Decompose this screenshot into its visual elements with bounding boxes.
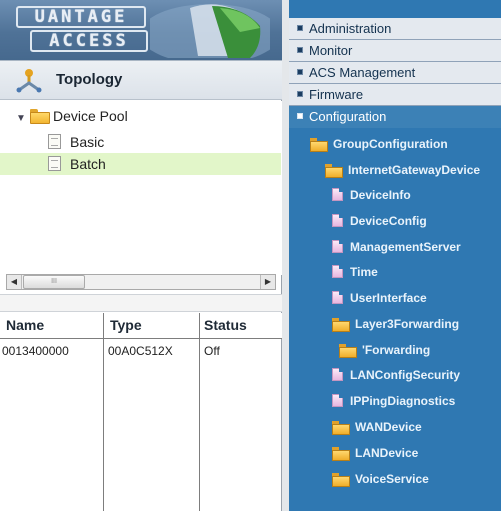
config-item-internetgatewaydevice[interactable]: InternetGatewayDevice	[325, 160, 480, 180]
bullet-icon	[297, 91, 303, 97]
logo-banner: UANTAGE ACCESS	[0, 0, 282, 60]
config-item-label: GroupConfiguration	[333, 137, 448, 151]
config-item-label: WANDevice	[355, 420, 422, 434]
config-item-label: DeviceInfo	[350, 188, 411, 202]
config-item-time[interactable]: Time	[332, 262, 378, 282]
config-item-wandevice[interactable]: WANDevice	[332, 417, 422, 437]
menu-item-label: ACS Management	[309, 65, 416, 80]
right-pane: Administration Monitor ACS Management Fi…	[282, 0, 501, 511]
topology-icon	[16, 69, 42, 93]
menu-item-acs-management[interactable]: ACS Management	[289, 62, 501, 84]
folder-open-icon	[310, 138, 328, 152]
column-header-name[interactable]: Name	[6, 317, 44, 333]
config-item-voiceservice[interactable]: VoiceService	[332, 469, 429, 489]
config-item-userinterface[interactable]: UserInterface	[332, 288, 427, 308]
device-table-header: Name Type Status	[0, 313, 282, 339]
topology-title: Topology	[56, 71, 123, 88]
config-item-groupconfiguration[interactable]: GroupConfiguration	[310, 134, 448, 154]
tree-item-label: Device Pool	[53, 108, 128, 124]
folder-icon	[332, 473, 350, 487]
logo-line-1: UANTAGE	[16, 6, 146, 28]
config-item-label: UserInterface	[350, 291, 427, 305]
config-item-deviceinfo[interactable]: DeviceInfo	[332, 185, 411, 205]
document-icon	[48, 156, 61, 171]
menu-item-firmware[interactable]: Firmware	[289, 84, 501, 106]
horizontal-scrollbar[interactable]: ◀ III ▶	[6, 274, 276, 290]
config-item-label: Layer3Forwarding	[355, 317, 460, 331]
tree-item-batch[interactable]: Batch	[0, 153, 281, 175]
file-icon	[332, 214, 343, 227]
config-item-ippingdiagnostics[interactable]: IPPingDiagnostics	[332, 391, 455, 411]
column-header-type[interactable]: Type	[110, 317, 142, 333]
device-tree: ▼ Device Pool Basic Batch	[0, 101, 282, 275]
config-item-landevice[interactable]: LANDevice	[332, 443, 418, 463]
config-item-layer3forwarding[interactable]: Layer3Forwarding	[332, 314, 459, 334]
menu-item-administration[interactable]: Administration	[289, 18, 501, 40]
menu-item-label: Administration	[309, 21, 392, 36]
menu-item-monitor[interactable]: Monitor	[289, 40, 501, 62]
config-item-label: VoiceService	[355, 472, 429, 486]
folder-open-icon	[325, 164, 343, 178]
logo-swoosh-graphic	[150, 4, 270, 58]
topology-header: Topology	[0, 60, 282, 100]
column-separator[interactable]	[103, 313, 104, 511]
scroll-right-arrow-icon[interactable]: ▶	[260, 275, 275, 289]
config-item-forwarding[interactable]: 'Forwarding	[339, 340, 430, 360]
bullet-icon	[297, 47, 303, 53]
tree-item-basic[interactable]: Basic	[48, 131, 104, 153]
menu-item-label: Configuration	[309, 109, 387, 124]
cell-status: Off	[204, 344, 220, 358]
bullet-icon	[297, 69, 303, 75]
bullet-icon	[297, 25, 303, 31]
config-item-lanconfigsecurity[interactable]: LANConfigSecurity	[332, 365, 460, 385]
file-icon	[332, 394, 343, 407]
config-item-managementserver[interactable]: ManagementServer	[332, 237, 461, 257]
menu-item-label: Monitor	[309, 43, 353, 58]
file-icon	[332, 368, 343, 381]
document-icon	[48, 134, 61, 149]
bullet-icon	[297, 113, 303, 119]
config-item-label: InternetGatewayDevice	[348, 163, 481, 177]
expand-caret-icon[interactable]: ▼	[16, 108, 30, 130]
file-icon	[332, 240, 343, 253]
folder-icon	[332, 447, 350, 461]
tree-item-label: Batch	[70, 156, 106, 172]
menu-item-label: Firmware	[309, 87, 364, 102]
config-item-label: 'Forwarding	[362, 343, 431, 357]
cell-type: 00A0C512X	[108, 344, 173, 358]
config-item-label: IPPingDiagnostics	[350, 394, 456, 408]
menu-item-configuration[interactable]: Configuration	[289, 106, 501, 128]
column-header-status[interactable]: Status	[204, 317, 247, 333]
file-icon	[332, 265, 343, 278]
logo: UANTAGE ACCESS	[16, 6, 156, 52]
config-item-deviceconfig[interactable]: DeviceConfig	[332, 211, 427, 231]
file-icon	[332, 291, 343, 304]
config-item-label: LANDevice	[355, 446, 419, 460]
config-item-label: LANConfigSecurity	[350, 368, 461, 382]
folder-icon	[339, 344, 357, 358]
cell-name: 0013400000	[2, 344, 69, 358]
folder-open-icon	[332, 318, 350, 332]
scrollbar-thumb[interactable]: III	[23, 275, 85, 289]
file-icon	[332, 188, 343, 201]
config-item-label: Time	[350, 265, 378, 279]
scroll-left-arrow-icon[interactable]: ◀	[7, 275, 22, 289]
folder-open-icon	[30, 109, 50, 124]
pane-divider[interactable]	[0, 294, 282, 312]
config-item-label: ManagementServer	[350, 240, 461, 254]
tree-item-label: Basic	[70, 134, 105, 150]
left-pane: UANTAGE ACCESS Topology ▼ Device Pool Bas…	[0, 0, 282, 511]
logo-line-2: ACCESS	[30, 30, 148, 52]
folder-icon	[332, 421, 350, 435]
tree-item-device-pool[interactable]: ▼ Device Pool	[16, 105, 128, 127]
config-item-label: DeviceConfig	[350, 214, 427, 228]
column-separator[interactable]	[199, 313, 200, 511]
